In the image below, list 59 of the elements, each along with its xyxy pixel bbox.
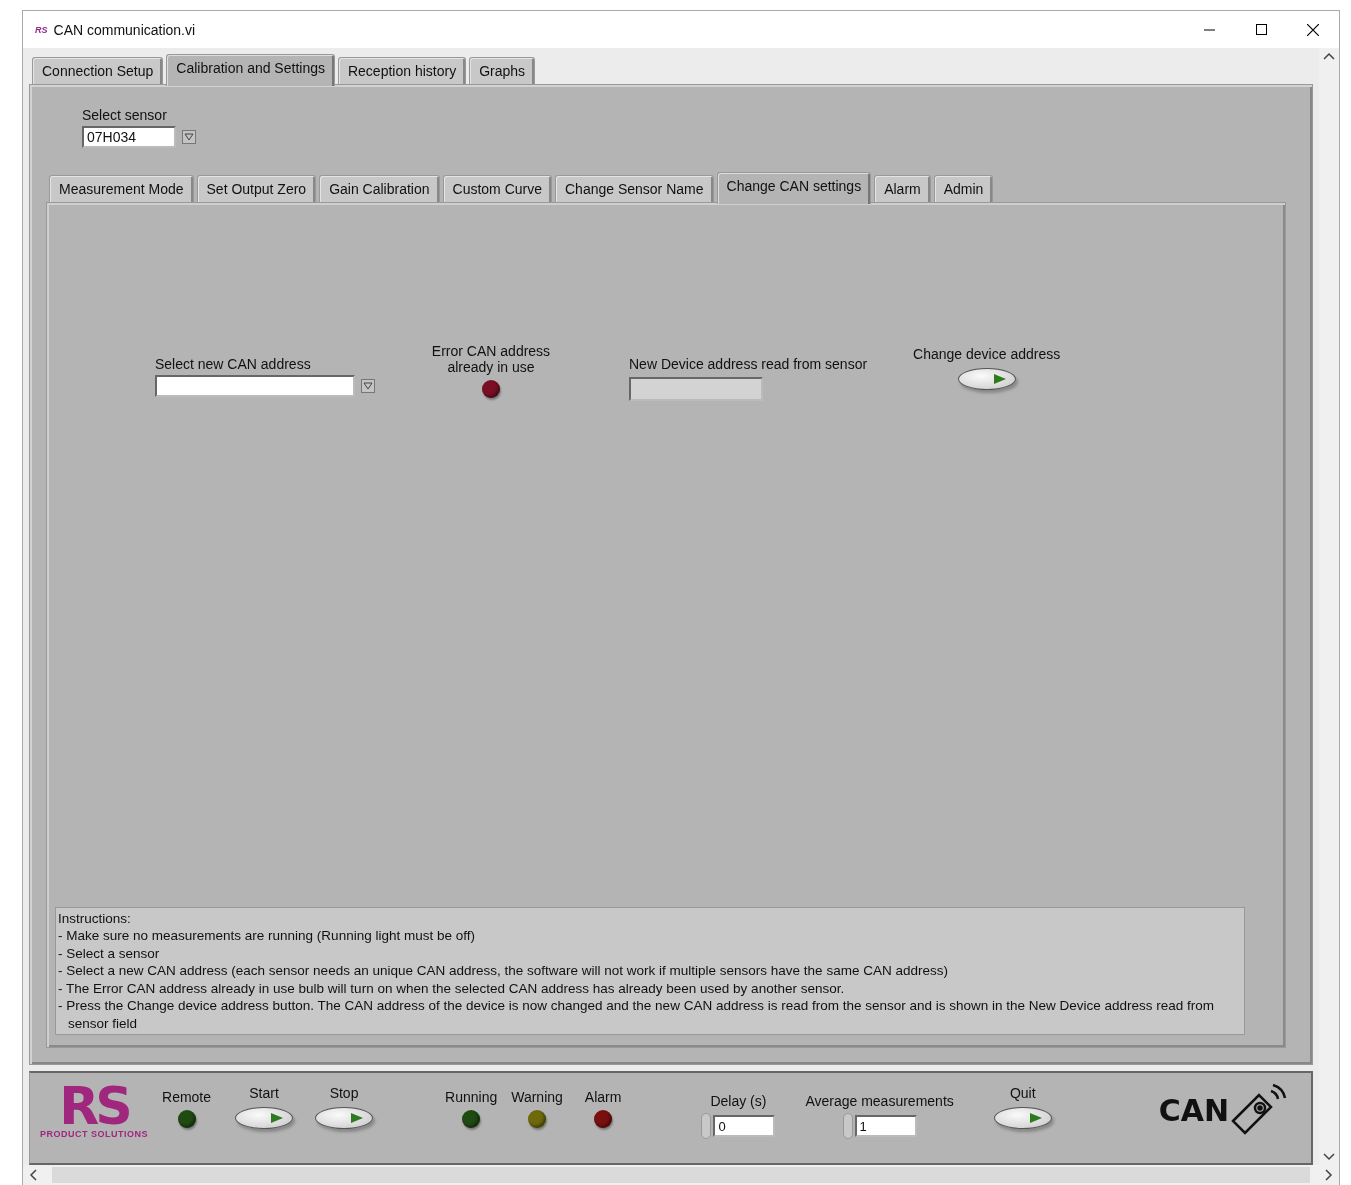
tab[interactable]: Change Sensor Name: [555, 175, 714, 202]
tab[interactable]: Set Output Zero: [196, 175, 317, 202]
field-label: Average measurements: [805, 1093, 954, 1110]
field-label: Select sensor: [82, 107, 168, 123]
button-label: Start: [249, 1085, 279, 1102]
triangle-icon: [1027, 1112, 1043, 1125]
triangle-icon: [269, 1112, 285, 1125]
triangle-icon: [991, 373, 1007, 385]
indicator-label: Error CAN address already in use: [431, 343, 551, 375]
tab[interactable]: Connection Setup: [32, 57, 164, 84]
app-icon: RS: [35, 24, 48, 35]
number-field[interactable]: 0: [713, 1115, 776, 1138]
close-icon: [1307, 23, 1319, 36]
tab[interactable]: Custom Curve: [442, 175, 552, 202]
indicator-label: Alarm: [584, 1089, 622, 1106]
toggle-button[interactable]: [315, 1107, 374, 1130]
tab[interactable]: Gain Calibration: [319, 175, 440, 202]
scroll-left-icon: [29, 1169, 38, 1181]
address-dropdown[interactable]: [155, 375, 355, 397]
logo-text: RS: [59, 1083, 129, 1130]
button-label: Quit: [1009, 1085, 1036, 1102]
sensor-dropdown[interactable]: 07H034: [82, 126, 176, 148]
scroll-up-icon: [1323, 52, 1335, 61]
window-title: CAN communication.vi: [53, 21, 197, 38]
tab[interactable]: Alarm: [874, 175, 931, 202]
instruction-line: - Press the Change device address button. The CAN address of the device is now changed and the new CAN address is read from the sensor and is shown in the New Device address read from sensor field: [58, 997, 1216, 1032]
tab[interactable]: Graphs: [469, 57, 536, 84]
indicator-label: Remote: [162, 1089, 212, 1106]
number-field[interactable]: 1: [854, 1115, 917, 1138]
field-label: Delay (s): [710, 1093, 767, 1110]
instruction-line: - Select a sensor: [58, 944, 161, 962]
caret-icon: [362, 380, 374, 392]
dropdown-button[interactable]: [182, 130, 196, 144]
caret-icon: [183, 131, 195, 143]
button-label: Stop: [329, 1085, 359, 1102]
indicator-label: Warning: [511, 1089, 563, 1106]
tab[interactable]: Calibration and Settings: [166, 54, 335, 86]
maximize-icon: [1255, 24, 1267, 35]
toggle-button[interactable]: [235, 1107, 294, 1130]
instruction-line: - Select a new CAN address (each sensor needs an unique CAN address, the software will not work if multiple sensors have the same CAN address): [58, 962, 949, 980]
tab[interactable]: Change CAN settings: [716, 172, 872, 204]
tab[interactable]: Measurement Mode: [49, 175, 194, 202]
scroll-down-icon: [1323, 1152, 1335, 1161]
indicator-label: Running: [445, 1089, 498, 1106]
dropdown-button[interactable]: [361, 379, 375, 393]
logo-tagline: PRODUCT SOLUTIONS: [40, 1129, 148, 1140]
instruction-line: - Make sure no measurements are running (Running light must be off): [58, 927, 476, 945]
instruction-line: - The Error CAN address already in use bulb will turn on when the selected CAN address has already been used by another sensor.: [58, 979, 846, 997]
logo-text: CAN: [1158, 1092, 1229, 1128]
instructions-title: Instructions:: [58, 909, 132, 927]
toggle-button[interactable]: [993, 1107, 1052, 1130]
tab[interactable]: Reception history: [337, 57, 467, 84]
field-label: New Device address read from sensor: [629, 356, 868, 372]
change-address-button[interactable]: [957, 368, 1016, 390]
button-label: Change device address: [913, 346, 1061, 362]
scroll-right-icon: [1324, 1169, 1333, 1181]
field-label: Select new CAN address: [155, 356, 312, 372]
triangle-icon: [349, 1112, 365, 1125]
tab[interactable]: Admin: [933, 175, 994, 202]
